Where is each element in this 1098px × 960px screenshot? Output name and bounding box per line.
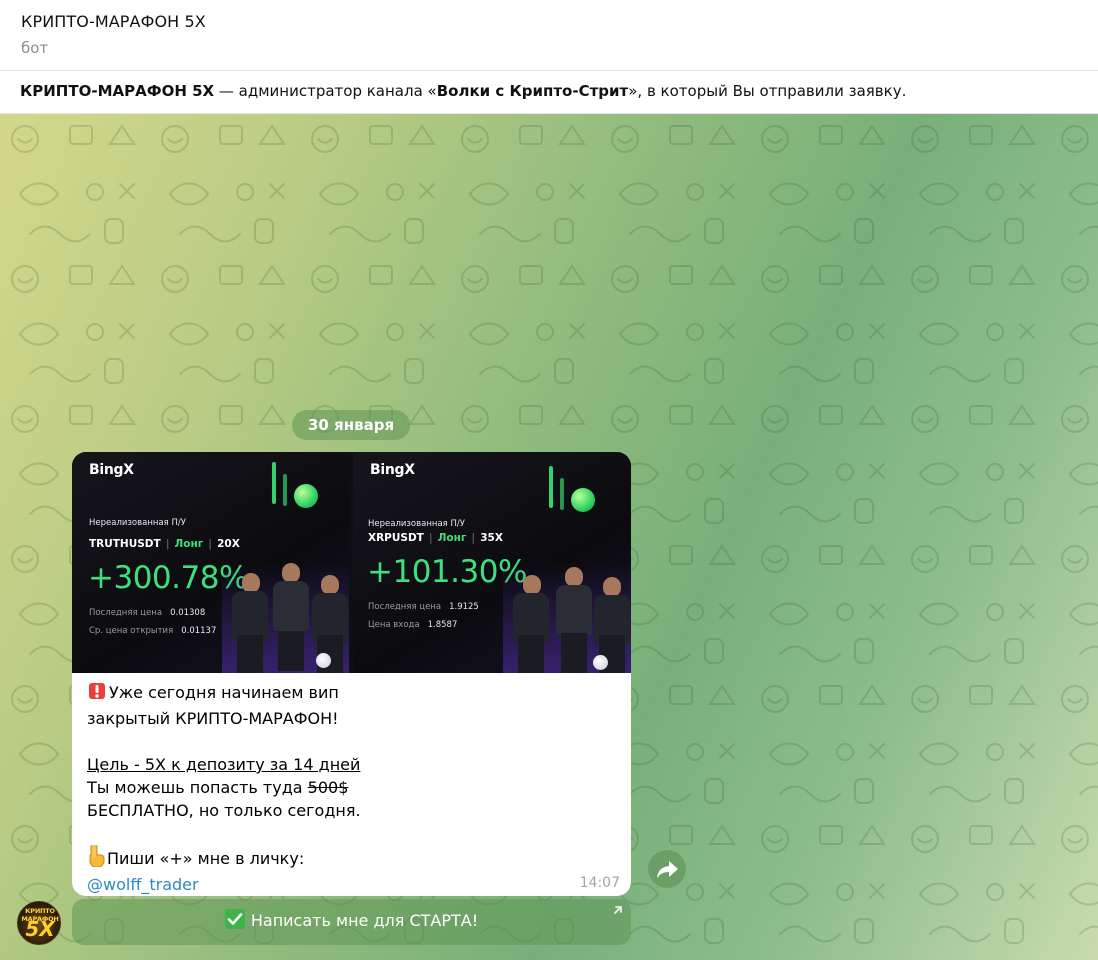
- message-line-4: Ты можешь попасть туда: [87, 778, 308, 797]
- chat-area[interactable]: 30 января BingX Нереализованная П/У TRUT…: [0, 114, 1098, 960]
- green-orb-graphic: [571, 488, 595, 512]
- entry-price-label: Ср. цена открытия: [89, 626, 174, 636]
- message-time: 14:07: [579, 875, 620, 891]
- chat-title[interactable]: КРИПТО-МАРАФОН 5X: [21, 12, 206, 31]
- notice-text-after: », в который Вы отправили заявку.: [628, 82, 907, 100]
- last-price-row: Последняя цена 0.01308: [89, 608, 205, 618]
- message-line-2: закрытый КРИПТО-МАРАФОН!: [87, 709, 339, 728]
- entry-price-row: Цена входа 1.8587: [368, 620, 457, 630]
- position-pair: TRUTHUSDT | Лонг | 20X: [89, 538, 240, 550]
- symbol: XRPUSDT: [368, 532, 424, 544]
- forward-button[interactable]: [648, 850, 686, 888]
- last-price-label: Последняя цена: [368, 602, 442, 612]
- message-line-5: БЕСПЛАТНО, но только сегодня.: [87, 801, 361, 820]
- entry-price-value: 0.01137: [181, 626, 217, 636]
- bot-avatar[interactable]: КРИПТО МАРАФОН 5X: [17, 901, 61, 945]
- forward-icon: [657, 861, 678, 878]
- leverage: 35X: [480, 532, 503, 544]
- position-pair: XRPUSDT | Лонг | 35X: [368, 532, 503, 544]
- entry-price-label: Цена входа: [368, 620, 420, 630]
- username-link[interactable]: @wolff_trader: [87, 875, 199, 894]
- chat-subtitle: бот: [21, 39, 49, 57]
- avatar-5x: 5X: [25, 917, 55, 941]
- pnl-card-xrpusdt[interactable]: BingX Нереализованная П/У XRPUSDT | Лонг | 3…: [353, 452, 631, 673]
- inline-button-label: Написать мне для СТАРТА!: [250, 911, 479, 930]
- message-goal: Цель - 5X к депозиту за 14 дней: [87, 755, 361, 774]
- message-text: Уже сегодня начинаем вип закрытый КРИПТО…: [87, 681, 617, 896]
- admin-notice-bar: КРИПТО-МАРАФОН 5X — администратор канала…: [0, 71, 1098, 114]
- entry-price-value: 1.8587: [427, 620, 458, 630]
- bingx-logo: BingX: [89, 462, 134, 478]
- check-mark-icon: [224, 909, 245, 929]
- last-price-value: 0.01308: [170, 608, 206, 618]
- players-image: [222, 563, 349, 673]
- pnl-label: Нереализованная П/У: [368, 519, 465, 529]
- notice-bot-name: КРИПТО-МАРАФОН 5X: [20, 82, 215, 100]
- point-down-emoji: [87, 845, 105, 873]
- inline-start-button[interactable]: Написать мне для СТАРТА!: [72, 899, 631, 945]
- last-price-row: Последняя цена 1.9125: [368, 602, 479, 612]
- siren-emoji: [87, 681, 107, 707]
- notice-channel-name: Волки с Крипто-Стрит: [436, 82, 629, 100]
- chat-header[interactable]: КРИПТО-МАРАФОН 5X бот: [0, 0, 1098, 71]
- date-separator: 30 января: [292, 410, 411, 440]
- message-line-1: Уже сегодня начинаем вип: [109, 683, 339, 702]
- last-price-value: 1.9125: [449, 602, 479, 612]
- leverage: 20X: [217, 538, 240, 550]
- message-media-album[interactable]: BingX Нереализованная П/У TRUTHUSDT | Лонг…: [72, 452, 631, 673]
- side: Лонг: [437, 532, 467, 544]
- notice-text-before: — администратор канала «: [214, 82, 437, 100]
- bingx-logo: BingX: [370, 462, 415, 478]
- entry-price-row: Ср. цена открытия 0.01137: [89, 626, 216, 636]
- message-bubble[interactable]: BingX Нереализованная П/У TRUTHUSDT | Лонг…: [72, 452, 631, 896]
- players-image: [503, 563, 631, 673]
- side: Лонг: [174, 538, 204, 550]
- pnl-card-truthusdt[interactable]: BingX Нереализованная П/У TRUTHUSDT | Лонг…: [72, 452, 349, 673]
- green-orb-graphic: [294, 484, 318, 508]
- last-price-label: Последняя цена: [89, 608, 163, 618]
- message-cta-line: Пиши «+» мне в личку:: [107, 849, 305, 868]
- pnl-label: Нереализованная П/У: [89, 518, 186, 528]
- symbol: TRUTHUSDT: [89, 538, 161, 550]
- struck-price: 500$: [307, 778, 349, 797]
- external-link-arrow-icon: [614, 906, 622, 914]
